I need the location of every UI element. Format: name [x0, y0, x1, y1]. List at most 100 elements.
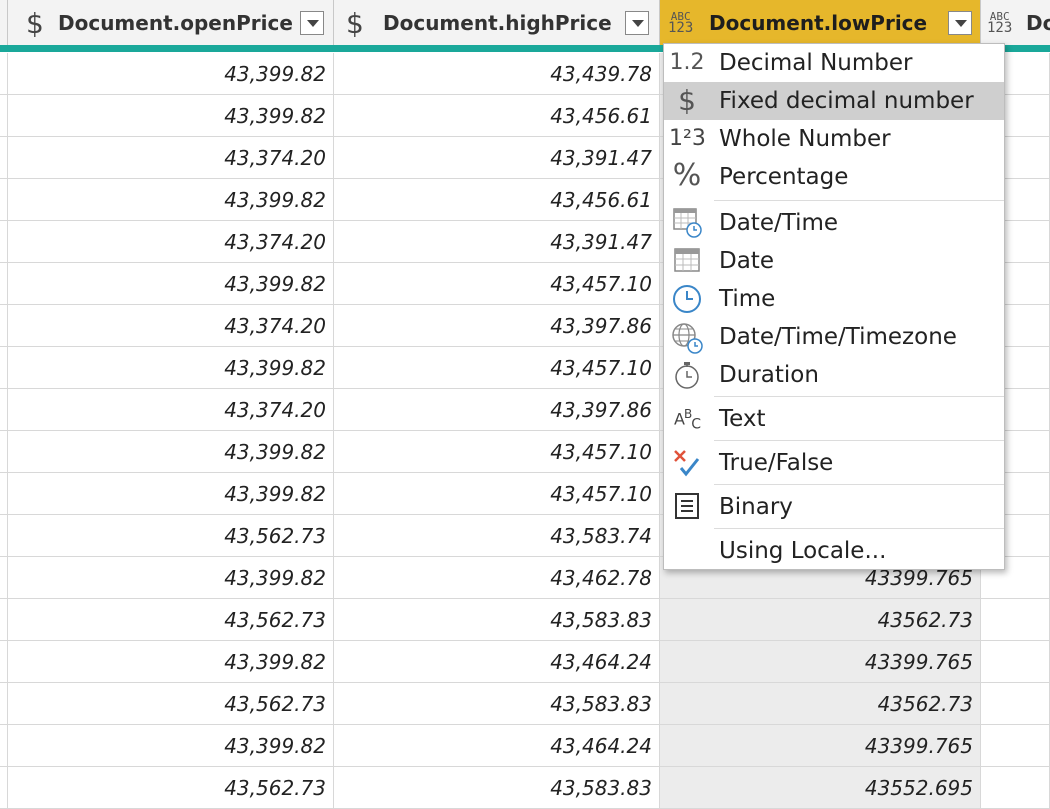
cell-highprice[interactable]: 43,457.10: [334, 263, 660, 305]
row-number-cell[interactable]: [0, 473, 8, 515]
cell-lowprice[interactable]: 43399.765: [660, 641, 981, 683]
menu-item-label: Date: [719, 248, 774, 274]
cell-highprice[interactable]: 43,583.83: [334, 683, 660, 725]
cell-openprice[interactable]: 43,399.82: [8, 431, 334, 473]
row-number-cell[interactable]: [0, 641, 8, 683]
cell-openprice[interactable]: 43,562.73: [8, 515, 334, 557]
cell-openprice[interactable]: 43,374.20: [8, 305, 334, 347]
row-number-cell[interactable]: [0, 767, 8, 809]
cell-openprice[interactable]: 43,399.82: [8, 263, 334, 305]
currency-icon[interactable]: $: [346, 7, 364, 40]
cell-openprice[interactable]: 43,399.82: [8, 725, 334, 767]
row-number-cell[interactable]: [0, 305, 8, 347]
cell-highprice[interactable]: 43,397.86: [334, 389, 660, 431]
cell-openprice[interactable]: 43,399.82: [8, 95, 334, 137]
row-number-cell[interactable]: [0, 725, 8, 767]
cell-highprice[interactable]: 43,397.86: [334, 305, 660, 347]
menu-item-binary[interactable]: Binary: [664, 486, 1004, 526]
cell-next-column[interactable]: [981, 725, 1050, 767]
menu-item-percentage[interactable]: % Percentage: [664, 158, 1004, 196]
cell-highprice[interactable]: 43,583.83: [334, 767, 660, 809]
menu-item-label: Date/Time/Timezone: [719, 324, 957, 350]
column-header-highprice[interactable]: $ Document.highPrice: [334, 0, 660, 45]
cell-highprice[interactable]: 43,457.10: [334, 347, 660, 389]
menu-separator: [714, 396, 1004, 397]
cell-openprice[interactable]: 43,399.82: [8, 557, 334, 599]
row-number-cell[interactable]: [0, 221, 8, 263]
any-type-icon[interactable]: ABC 123: [668, 11, 693, 35]
cell-highprice[interactable]: 43,391.47: [334, 137, 660, 179]
cell-highprice[interactable]: 43,464.24: [334, 641, 660, 683]
row-number-cell[interactable]: [0, 137, 8, 179]
menu-item-true-false[interactable]: True/False: [664, 442, 1004, 482]
row-number-cell[interactable]: [0, 263, 8, 305]
cell-highprice[interactable]: 43,583.74: [334, 515, 660, 557]
row-number-cell[interactable]: [0, 599, 8, 641]
cell-highprice[interactable]: 43,439.78: [334, 53, 660, 95]
cell-next-column[interactable]: [981, 641, 1050, 683]
cell-openprice[interactable]: 43,399.82: [8, 347, 334, 389]
percentage-icon: %: [672, 158, 702, 193]
row-number-cell[interactable]: [0, 431, 8, 473]
menu-item-using-locale[interactable]: Using Locale...: [664, 530, 1004, 570]
cell-highprice[interactable]: 43,457.10: [334, 473, 660, 515]
column-header-openprice[interactable]: $ Document.openPrice: [8, 0, 334, 45]
menu-item-decimal-number[interactable]: 1.2 Decimal Number: [664, 44, 1004, 82]
column-header-next[interactable]: ABC 123 Do: [981, 0, 1050, 45]
cell-highprice[interactable]: 43,583.83: [334, 599, 660, 641]
menu-item-whole-number[interactable]: 1²3 Whole Number: [664, 120, 1004, 158]
cell-openprice[interactable]: 43,399.82: [8, 641, 334, 683]
row-number-cell[interactable]: [0, 179, 8, 221]
filter-dropdown-button[interactable]: [948, 11, 972, 35]
column-header-lowprice[interactable]: ABC 123 Document.lowPrice: [660, 0, 981, 45]
menu-item-duration[interactable]: Duration: [664, 356, 1004, 394]
cell-next-column[interactable]: [981, 599, 1050, 641]
menu-item-time[interactable]: Time: [664, 280, 1004, 318]
cell-openprice[interactable]: 43,399.82: [8, 53, 334, 95]
cell-openprice[interactable]: 43,374.20: [8, 137, 334, 179]
cell-next-column[interactable]: [981, 767, 1050, 809]
cell-highprice[interactable]: 43,456.61: [334, 95, 660, 137]
currency-icon[interactable]: $: [26, 7, 44, 40]
cell-openprice[interactable]: 43,374.20: [8, 389, 334, 431]
datetime-icon: [669, 206, 705, 242]
menu-item-date[interactable]: Date: [664, 242, 1004, 280]
datetime-timezone-icon: [669, 321, 705, 359]
column-title[interactable]: Document.openPrice: [58, 11, 293, 35]
filter-dropdown-button[interactable]: [300, 11, 324, 35]
row-number-cell[interactable]: [0, 683, 8, 725]
row-number-cell[interactable]: [0, 557, 8, 599]
cell-openprice[interactable]: 43,562.73: [8, 599, 334, 641]
menu-item-datetime[interactable]: Date/Time: [664, 202, 1004, 242]
any-type-icon[interactable]: ABC 123: [987, 11, 1012, 35]
menu-item-label: Date/Time: [719, 210, 839, 236]
cell-highprice[interactable]: 43,462.78: [334, 557, 660, 599]
cell-highprice[interactable]: 43,457.10: [334, 431, 660, 473]
cell-lowprice[interactable]: 43562.73: [660, 599, 981, 641]
row-number-cell[interactable]: [0, 347, 8, 389]
menu-item-datetime-timezone[interactable]: Date/Time/Timezone: [664, 318, 1004, 356]
cell-openprice[interactable]: 43,562.73: [8, 683, 334, 725]
cell-lowprice[interactable]: 43399.765: [660, 725, 981, 767]
row-number-cell[interactable]: [0, 389, 8, 431]
row-number-cell[interactable]: [0, 95, 8, 137]
column-title[interactable]: Document.highPrice: [383, 11, 612, 35]
column-title[interactable]: Document.lowPrice: [709, 11, 927, 35]
menu-item-label: Time: [719, 286, 776, 312]
cell-highprice[interactable]: 43,391.47: [334, 221, 660, 263]
cell-openprice[interactable]: 43,399.82: [8, 179, 334, 221]
row-number-cell[interactable]: [0, 515, 8, 557]
cell-lowprice[interactable]: 43562.73: [660, 683, 981, 725]
cell-openprice[interactable]: 43,399.82: [8, 473, 334, 515]
cell-lowprice[interactable]: 43552.695: [660, 767, 981, 809]
column-title[interactable]: Do: [1026, 11, 1050, 35]
row-number-cell[interactable]: [0, 53, 8, 95]
cell-openprice[interactable]: 43,562.73: [8, 767, 334, 809]
filter-dropdown-button[interactable]: [625, 11, 649, 35]
cell-highprice[interactable]: 43,456.61: [334, 179, 660, 221]
menu-item-text[interactable]: ABC Text: [664, 398, 1004, 438]
menu-item-fixed-decimal[interactable]: $ Fixed decimal number: [664, 82, 1004, 120]
cell-highprice[interactable]: 43,464.24: [334, 725, 660, 767]
cell-openprice[interactable]: 43,374.20: [8, 221, 334, 263]
cell-next-column[interactable]: [981, 683, 1050, 725]
